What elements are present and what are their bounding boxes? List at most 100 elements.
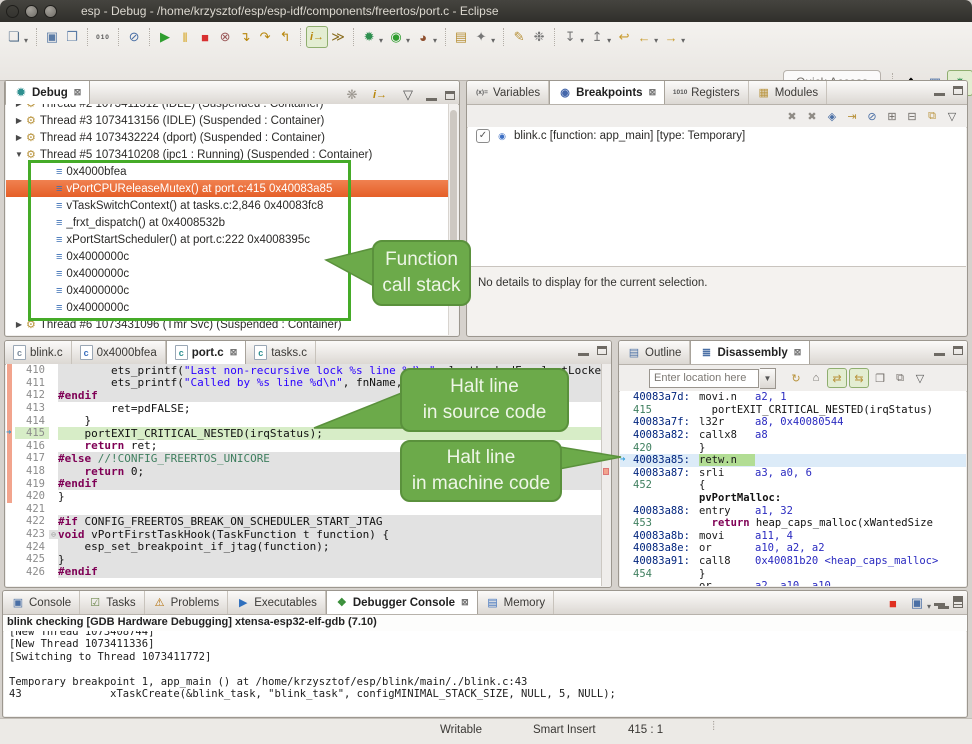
tree-expand-icon[interactable]: ▼ <box>14 150 24 159</box>
thread-row[interactable]: ▶⚙Thread #4 1073432224 (dport) (Suspende… <box>6 129 458 146</box>
remove-breakpoint-icon[interactable]: ✖ <box>783 107 801 125</box>
collapse-all-icon[interactable]: ⊟ <box>903 107 921 125</box>
tab-tasks[interactable]: ☑Tasks <box>80 591 144 614</box>
next-annotation-icon[interactable]: ↧ <box>560 27 580 47</box>
new-view-icon[interactable]: ❐ <box>871 369 889 387</box>
breakpoints-list[interactable]: ✓ ◉ blink.c [function: app_main] [type: … <box>468 127 966 266</box>
back-icon[interactable]: ← <box>634 27 654 47</box>
suspend-icon[interactable]: ‖ <box>175 27 195 47</box>
disassembly-line[interactable]: 40083a91:call80x40081b20 <heap_caps_mall… <box>620 555 966 568</box>
window-maximize-button[interactable] <box>44 5 57 18</box>
show-supported-breakpoints-icon[interactable]: ◈ <box>823 107 841 125</box>
save-icon[interactable]: ▣ <box>42 27 62 47</box>
tab-variables[interactable]: (x)=Variables <box>467 81 549 104</box>
dropdown-arrow-icon[interactable]: ▾ <box>607 36 611 45</box>
disassembly-line[interactable]: 454} <box>620 567 966 580</box>
tab-tasks-c[interactable]: ctasks.c <box>246 341 316 364</box>
dropdown-arrow-icon[interactable]: ▾ <box>379 36 383 45</box>
step-over-icon[interactable]: ↷ <box>255 27 275 47</box>
editor-line[interactable]: 425} <box>6 553 610 566</box>
disassembly-line[interactable]: 40083a7d:movi.na2, 1 <box>620 391 966 404</box>
disassembly-line[interactable]: 40083a8e:ora10, a2, a2 <box>620 542 966 555</box>
dropdown-arrow-icon[interactable]: ▾ <box>406 36 410 45</box>
external-tools-icon[interactable]: ✦ <box>471 27 491 47</box>
dropdown-arrow-icon[interactable]: ▾ <box>24 36 28 45</box>
breakpoint-checkbox[interactable]: ✓ <box>476 129 490 143</box>
remove-all-breakpoints-icon[interactable]: ✖ <box>803 107 821 125</box>
step-into-icon[interactable]: ↴ <box>235 27 255 47</box>
tab-debugger-console[interactable]: ❖Debugger Console⊠ <box>326 591 478 614</box>
disassembly-line[interactable]: 415 portEXIT_CRITICAL_NESTED(irqStatus) <box>620 404 966 417</box>
resume-icon[interactable]: ▶ <box>155 27 175 47</box>
step-return-icon[interactable]: ↰ <box>275 27 295 47</box>
view-menu-icon[interactable]: ▽ <box>911 369 929 387</box>
step-filters-icon[interactable]: ≫ <box>328 27 348 47</box>
last-edit-icon[interactable]: ↩ <box>614 27 634 47</box>
sync-context-icon[interactable]: ⇆ <box>849 368 869 388</box>
location-dropdown-icon[interactable]: ▼ <box>760 368 776 389</box>
terminate-icon[interactable]: ■ <box>195 27 215 47</box>
save-all-icon[interactable]: ❐ <box>62 27 82 47</box>
editor-line[interactable]: 423⊖void vPortFirstTaskHook(TaskFunction… <box>6 528 610 541</box>
goto-file-icon[interactable]: ⇥ <box>843 107 861 125</box>
prev-annotation-icon[interactable]: ↥ <box>587 27 607 47</box>
tab-breakpoints[interactable]: ◉Breakpoints⊠ <box>549 81 665 104</box>
tab-problems[interactable]: ⚠Problems <box>145 591 229 614</box>
remove-terminated-icon[interactable]: ❋ <box>342 85 362 105</box>
debug-launch-icon[interactable]: ✹ <box>359 27 379 47</box>
maximize-icon[interactable] <box>953 86 963 95</box>
disassembly-listing[interactable]: 40083a7d:movi.na2, 1415 portEXIT_CRITICA… <box>620 391 966 586</box>
minimize-icon[interactable] <box>938 606 949 609</box>
dropdown-arrow-icon[interactable]: ▾ <box>927 602 931 611</box>
sync-selection-icon[interactable]: ⇄ <box>827 368 847 388</box>
forward-icon[interactable]: → <box>661 27 681 47</box>
editor-line[interactable]: 424 esp_set_breakpoint_if_jtag(function)… <box>6 540 610 553</box>
tree-expand-icon[interactable]: ▶ <box>14 320 24 329</box>
view-menu-icon[interactable]: ▽ <box>398 85 418 105</box>
disconnect-icon[interactable]: ⊗ <box>215 27 235 47</box>
disassembly-line[interactable]: pvPortMalloc: <box>620 492 966 505</box>
tab-modules[interactable]: ▦Modules <box>749 81 827 104</box>
breakpoint-row[interactable]: ✓ ◉ blink.c [function: app_main] [type: … <box>468 127 966 145</box>
display-console-icon[interactable]: ▣ <box>907 593 927 613</box>
tab-port-c[interactable]: cport.c⊠ <box>166 341 247 364</box>
dropdown-arrow-icon[interactable]: ▾ <box>580 36 584 45</box>
editor-line[interactable]: 422#if CONFIG_FREERTOS_BREAK_ON_SCHEDULE… <box>6 515 610 528</box>
profile-launch-icon[interactable]: ◕ <box>413 27 433 47</box>
disassembly-line[interactable]: 40083a87:srlia3, a0, 6 <box>620 467 966 480</box>
tree-expand-icon[interactable]: ▶ <box>14 133 24 142</box>
stack-frame-row[interactable]: ≡vTaskSwitchContext() at tasks.c:2,846 0… <box>6 197 458 214</box>
tab-registers[interactable]: 1010Registers <box>665 81 749 104</box>
tab-outline[interactable]: ▤Outline <box>619 341 690 364</box>
view-menu-icon[interactable]: ▽ <box>943 107 961 125</box>
dropdown-arrow-icon[interactable]: ▾ <box>433 36 437 45</box>
refresh-icon[interactable]: ↻ <box>787 369 805 387</box>
search-icon[interactable]: ❉ <box>529 27 549 47</box>
minimize-icon[interactable] <box>934 93 945 96</box>
dropdown-arrow-icon[interactable]: ▾ <box>654 36 658 45</box>
minimize-icon[interactable] <box>578 353 589 356</box>
editor-line[interactable]: 421 <box>6 503 610 516</box>
thread-row[interactable]: ▼⚙Thread #5 1073410208 (ipc1 : Running) … <box>6 146 458 163</box>
link-with-debug-icon[interactable]: ⧉ <box>923 107 941 125</box>
tab-memory[interactable]: ▤Memory <box>478 591 555 614</box>
disassembly-line[interactable]: 420} <box>620 441 966 454</box>
tab-console[interactable]: ▣Console <box>3 591 80 614</box>
open-new-icon[interactable]: ⧉ <box>891 369 909 387</box>
disassembly-line[interactable]: 453 return heap_caps_malloc(xWantedSize <box>620 517 966 530</box>
close-icon[interactable]: ⊠ <box>794 347 802 358</box>
editor-line[interactable]: 426#endif <box>6 566 610 579</box>
window-close-button[interactable] <box>6 5 19 18</box>
close-icon[interactable]: ⊠ <box>649 87 657 98</box>
disassembly-line[interactable]: ➜40083a85:retw.n <box>620 454 966 467</box>
close-icon[interactable]: ⊠ <box>461 597 469 608</box>
stack-frame-row[interactable]: ≡_frxt_dispatch() at 0x4008532b <box>6 214 458 231</box>
disassembly-line[interactable]: 40083a82:callx8a8 <box>620 429 966 442</box>
tree-expand-icon[interactable]: ▶ <box>14 104 24 108</box>
instruction-step-mode-icon[interactable]: i→ <box>370 85 390 105</box>
mark-occurrences-icon[interactable]: ✎ <box>509 27 529 47</box>
skip-breakpoints-icon[interactable]: ⊘ <box>124 27 144 47</box>
dropdown-arrow-icon[interactable]: ▾ <box>681 36 685 45</box>
maximize-icon[interactable] <box>445 91 455 100</box>
disassembly-line[interactable]: 40083a8b:movia11, 4 <box>620 530 966 543</box>
